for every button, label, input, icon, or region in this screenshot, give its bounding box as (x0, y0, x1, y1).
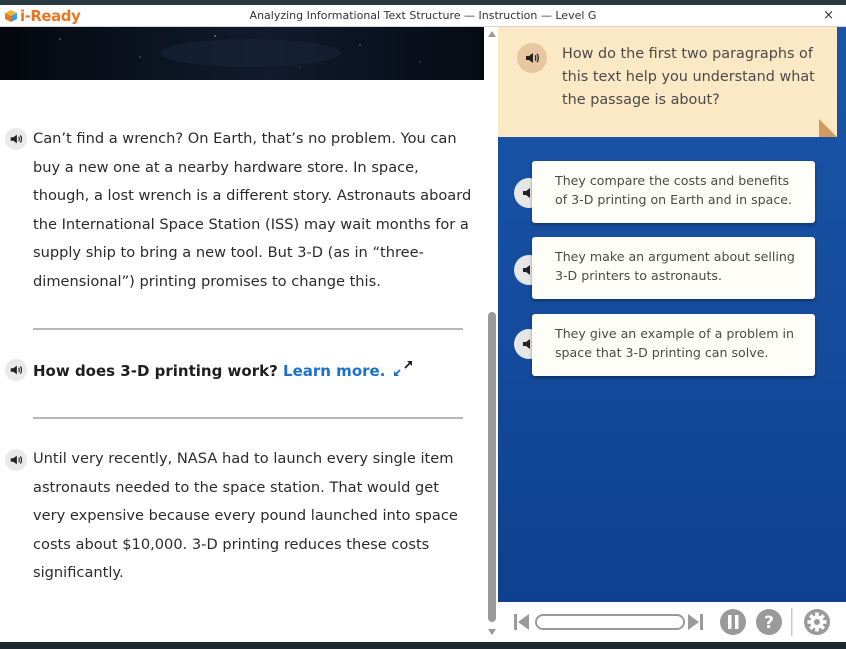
passage-panel: Can’t find a wrench? On Earth, that’s no… (0, 27, 486, 642)
speaker-icon (10, 134, 23, 144)
gear-icon[interactable] (804, 609, 830, 635)
scroll-up-arrow[interactable] (488, 31, 496, 37)
scroll-down-arrow[interactable] (488, 629, 496, 635)
pause-icon[interactable] (720, 609, 746, 635)
playback-controls-bar: ? (498, 602, 846, 642)
skip-forward-icon[interactable] (688, 614, 703, 630)
title-bar: i-Ready Analyzing Informational Text Str… (0, 5, 846, 27)
svg-text:?: ? (764, 613, 774, 633)
answer-option-1[interactable]: They compare the costs and benefits of 3… (532, 161, 815, 223)
lesson-title: Analyzing Informational Text Structure —… (249, 9, 597, 22)
speaker-icon (10, 365, 23, 375)
question-audio-button[interactable] (517, 43, 547, 73)
space-image (0, 27, 484, 80)
skip-back-icon[interactable] (514, 614, 529, 630)
close-button[interactable]: × (823, 8, 834, 23)
answer-option-2-text: They make an argument about selling 3-D … (555, 249, 795, 283)
scroll-thumb[interactable] (488, 312, 496, 622)
passage-paragraph-2: Until very recently, NASA had to launch … (33, 450, 458, 582)
question-panel: How do the first two paragraphs of this … (498, 27, 846, 642)
window-bottom-strip (0, 642, 846, 649)
sidebar-prompt-text: How does 3-D printing work? (33, 362, 278, 380)
controls-separator (791, 608, 793, 636)
question-card: How do the first two paragraphs of this … (498, 27, 837, 137)
expand-arrows-icon[interactable] (393, 360, 413, 378)
speaker-icon (10, 455, 23, 465)
paragraph-1-audio-button[interactable] (5, 128, 27, 150)
answer-option-2[interactable]: They make an argument about selling 3-D … (532, 237, 815, 299)
divider-bottom (33, 417, 463, 419)
sidebar-audio-button[interactable] (5, 359, 27, 381)
passage-paragraph-1: Can’t find a wrench? On Earth, that’s no… (33, 130, 472, 290)
sidebar-prompt: How does 3-D printing work? Learn more. (33, 360, 413, 380)
help-icon[interactable]: ? (756, 609, 782, 635)
playback-controls: ? (514, 608, 830, 636)
learn-more-link[interactable]: Learn more. (283, 362, 385, 380)
answer-option-1-text: They compare the costs and benefits of 3… (555, 173, 793, 207)
paragraph-2-audio-button[interactable] (5, 449, 27, 471)
progress-track[interactable] (535, 614, 685, 630)
divider-top (33, 328, 463, 330)
page-fold-corner (819, 119, 837, 137)
answer-option-3[interactable]: They give an example of a problem in spa… (532, 314, 815, 376)
question-text: How do the first two paragraphs of this … (562, 46, 815, 108)
answer-option-3-text: They give an example of a problem in spa… (555, 326, 794, 360)
passage-scrollbar[interactable] (486, 27, 498, 642)
speaker-icon (526, 53, 539, 63)
stars-decoration (59, 35, 421, 68)
